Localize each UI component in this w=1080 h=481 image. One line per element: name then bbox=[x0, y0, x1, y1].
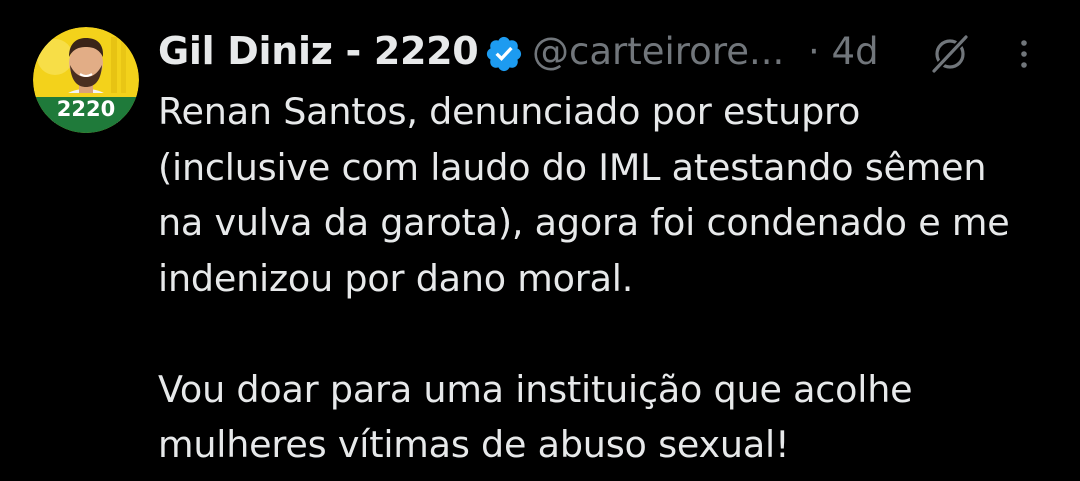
avatar[interactable]: 2220 bbox=[33, 27, 139, 133]
user-handle[interactable]: @carteirore... bbox=[532, 30, 784, 73]
tweet[interactable]: 2220 Gil Diniz - 2220 @carteirore... · 4… bbox=[0, 0, 1080, 481]
display-name[interactable]: Gil Diniz - 2220 bbox=[158, 29, 479, 73]
tweet-text: Renan Santos, denunciado por estupro (in… bbox=[158, 90, 1010, 466]
timestamp[interactable]: · 4d bbox=[808, 30, 879, 73]
more-options-icon[interactable] bbox=[1006, 36, 1042, 72]
grok-icon[interactable] bbox=[928, 32, 972, 76]
verified-badge-icon bbox=[484, 34, 524, 74]
avatar-badge-text: 2220 bbox=[57, 97, 115, 121]
tweet-header: Gil Diniz - 2220 @carteirore... · 4d bbox=[158, 26, 1058, 82]
